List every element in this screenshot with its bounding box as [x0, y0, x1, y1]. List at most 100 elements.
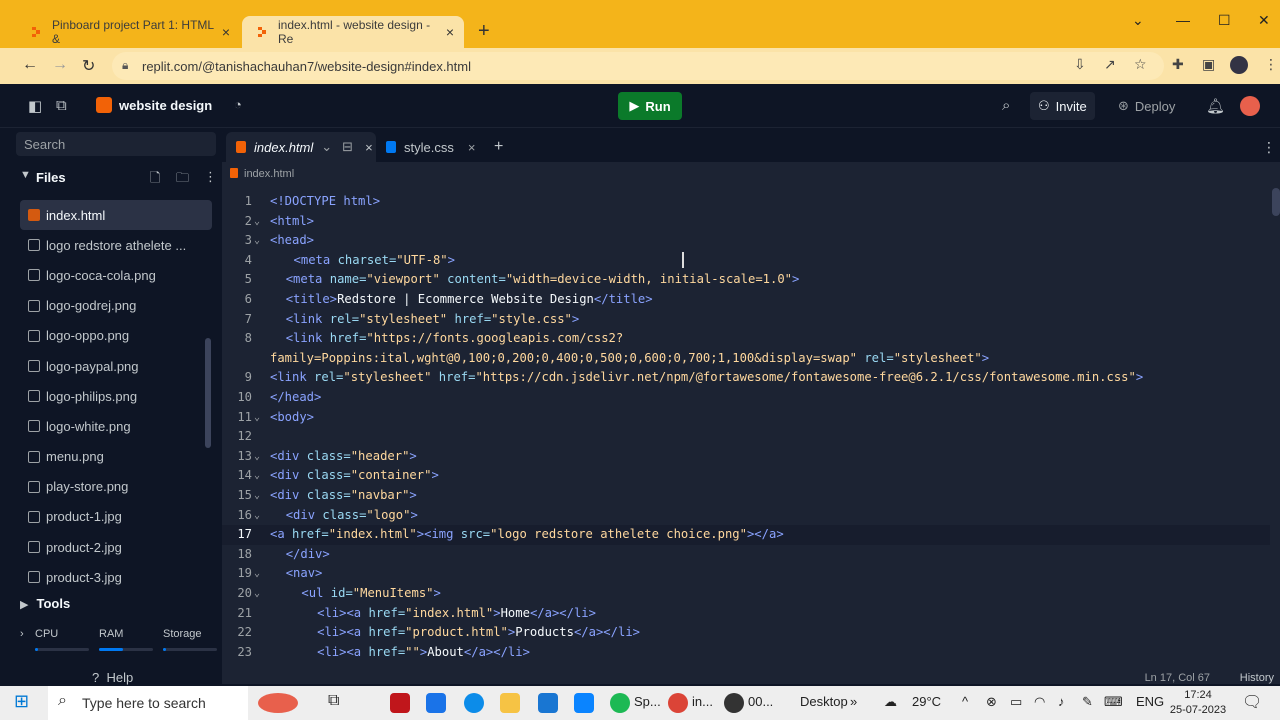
task-view-icon[interactable]: ⧉ [328, 692, 339, 710]
new-editor-tab-button[interactable]: + [494, 132, 503, 162]
mail-icon[interactable] [538, 693, 558, 713]
editor-scrollbar[interactable] [1272, 188, 1280, 216]
code-line[interactable]: 9 <link rel="stylesheet" href="https://cd… [222, 368, 1270, 388]
reload-icon[interactable]: ↻ [82, 56, 95, 76]
weather-cloud-icon[interactable]: ☁ [884, 694, 897, 710]
share-icon[interactable]: ↗ [1104, 56, 1116, 73]
new-file-icon[interactable]: 🗋︎ [150, 169, 160, 191]
edge-browser-icon[interactable] [464, 693, 484, 713]
fold-chevron-icon[interactable]: ⌄ [254, 564, 260, 584]
chevron-down-icon[interactable]: ⌄ [321, 139, 332, 155]
volume-icon[interactable]: ♪ [1058, 694, 1065, 709]
notifications-bell-icon[interactable]: 🔔︎ [1206, 97, 1225, 115]
code-line[interactable]: family=Poppins:ital,wght@0,100;0,200;0,4… [222, 349, 1270, 369]
extensions-icon[interactable]: ✚ [1172, 56, 1184, 73]
editor-tab-index-html[interactable]: index.html ⌄ ⊟ × [226, 132, 376, 162]
code-line[interactable]: 4 <meta charset="UTF-8"> [222, 251, 1270, 271]
run-button[interactable]: ▶ Run [618, 92, 682, 120]
search-icon[interactable]: ⌕ [1002, 97, 1010, 114]
forward-icon[interactable]: → [52, 56, 68, 74]
close-tab-icon[interactable]: × [365, 140, 373, 155]
close-tab-icon[interactable]: × [468, 140, 476, 155]
code-line[interactable]: 12 [222, 427, 1270, 447]
fold-chevron-icon[interactable]: ⌄ [254, 231, 260, 251]
side-panel-icon[interactable]: ▣ [1202, 56, 1215, 73]
back-icon[interactable]: ← [22, 56, 38, 74]
invite-button[interactable]: ⚇ Invite [1030, 92, 1095, 120]
deploy-button[interactable]: ⊛ Deploy [1110, 92, 1183, 120]
code-line[interactable]: 2 ⌄ <html> [222, 212, 1270, 232]
file-item[interactable]: logo-white.png [20, 411, 212, 441]
code-line[interactable]: 7 <link rel="stylesheet" href="style.css"… [222, 310, 1270, 330]
file-item[interactable]: play-store.png [20, 472, 212, 502]
code-line[interactable]: 5 <meta name="viewport" content="width=de… [222, 270, 1270, 290]
recorder-taskbar-label[interactable]: 00... [748, 694, 773, 709]
bookmark-star-icon[interactable]: ☆ [1134, 56, 1147, 73]
file-item[interactable]: logo redstore athelete ... [20, 230, 212, 260]
code-line[interactable]: 18 </div> [222, 545, 1270, 565]
maximize-button[interactable]: ☐ [1218, 12, 1231, 29]
history-button[interactable]: History [1240, 672, 1274, 684]
new-folder-icon[interactable]: 🗀︎ [176, 169, 189, 191]
code-line[interactable]: 20 ⌄ <ul id="MenuItems"> [222, 584, 1270, 604]
battery-icon[interactable]: ▭ [1010, 694, 1022, 710]
code-line[interactable]: 19 ⌄ <nav> [222, 564, 1270, 584]
files-section-header[interactable]: ▼ Files 🗋︎ 🗀︎ ⋮ [20, 168, 217, 191]
file-item[interactable]: product-1.jpg [20, 502, 212, 532]
weather-temperature[interactable]: 29°C [912, 694, 941, 709]
project-name[interactable]: website design [119, 98, 212, 113]
keyboard-icon[interactable]: ⌨ [1104, 694, 1123, 710]
file-item[interactable]: logo-philips.png [20, 381, 212, 411]
file-item[interactable]: logo-coca-cola.png [20, 260, 212, 290]
file-item[interactable]: logo-godrej.png [20, 291, 212, 321]
project-status-icon[interactable]: ◔ [234, 97, 242, 112]
browser-tab-pinboard[interactable]: Pinboard project Part 1: HTML & × [16, 16, 240, 48]
editor-tab-style-css[interactable]: style.css × [386, 132, 475, 162]
close-tab-icon[interactable]: × [222, 24, 230, 40]
file-item[interactable]: logo-paypal.png [20, 351, 212, 381]
toolbar-overflow-icon[interactable]: » [850, 694, 857, 709]
clock[interactable]: 17:24 25-07-2023 [1168, 688, 1228, 718]
sidebar-scrollbar[interactable] [205, 338, 211, 448]
code-line[interactable]: 21 <li><a href="index.html">Home</a></li> [222, 604, 1270, 624]
user-avatar[interactable] [1240, 96, 1260, 116]
spotify-taskbar-label[interactable]: Sp... [634, 694, 661, 709]
browser-menu-icon[interactable]: ⋮ [1264, 56, 1278, 73]
desktop-toolbar-label[interactable]: Desktop [800, 694, 848, 709]
code-line[interactable]: 15 ⌄ <div class="navbar"> [222, 486, 1270, 506]
code-line[interactable]: 6 <title>Redstore | Ecommerce Website Des… [222, 290, 1270, 310]
app-icon[interactable] [390, 693, 410, 713]
chrome-taskbar-label[interactable]: in... [692, 694, 713, 709]
pen-icon[interactable]: ✎ [1082, 694, 1093, 710]
show-hidden-icons[interactable]: ^ [962, 694, 968, 709]
more-options-icon[interactable]: ⋮ [204, 169, 217, 185]
file-item-index-html[interactable]: index.html [20, 200, 212, 231]
file-item[interactable]: logo-oppo.png [20, 321, 212, 351]
fold-chevron-icon[interactable]: ⌄ [254, 212, 260, 232]
fold-chevron-icon[interactable]: ⌄ [254, 506, 260, 526]
code-line[interactable]: 13 ⌄ <div class="header"> [222, 447, 1270, 467]
install-app-icon[interactable]: ⇩ [1074, 56, 1086, 73]
replit-logo-icon[interactable]: ⧉ [56, 97, 67, 114]
network-icon[interactable]: ⊗ [986, 694, 997, 710]
language-indicator[interactable]: ENG [1136, 694, 1164, 709]
sidebar-toggle-icon[interactable]: ◧ [28, 97, 42, 115]
code-line[interactable]: 23 <li><a href="">About</a></li> [222, 643, 1270, 663]
close-window-button[interactable]: ✕ [1258, 12, 1270, 29]
code-line[interactable]: 8 <link href="https://fonts.googleapis.co… [222, 329, 1270, 349]
code-line[interactable]: 14 ⌄ <div class="container"> [222, 466, 1270, 486]
windows-start-icon[interactable]: ⊞ [14, 691, 29, 712]
microsoft-store-icon[interactable] [426, 693, 446, 713]
new-tab-button[interactable]: + [478, 20, 490, 43]
app-icon[interactable] [574, 693, 594, 713]
search-input[interactable]: Search [16, 132, 216, 156]
help-button[interactable]: ? Help [92, 670, 133, 685]
search-highlight-icon[interactable] [258, 693, 298, 713]
editor-more-icon[interactable]: ⋮ [1262, 132, 1276, 162]
code-line[interactable]: 16 ⌄ <div class="logo"> [222, 506, 1270, 526]
wifi-icon[interactable]: ◠ [1034, 694, 1045, 710]
fold-chevron-icon[interactable]: ⌄ [254, 447, 260, 467]
fold-chevron-icon[interactable]: ⌄ [254, 584, 260, 604]
code-line[interactable]: 17 <a href="index.html"><img src="logo re… [222, 525, 1270, 545]
browser-tab-index-html[interactable]: index.html - website design - Re × [242, 16, 464, 48]
